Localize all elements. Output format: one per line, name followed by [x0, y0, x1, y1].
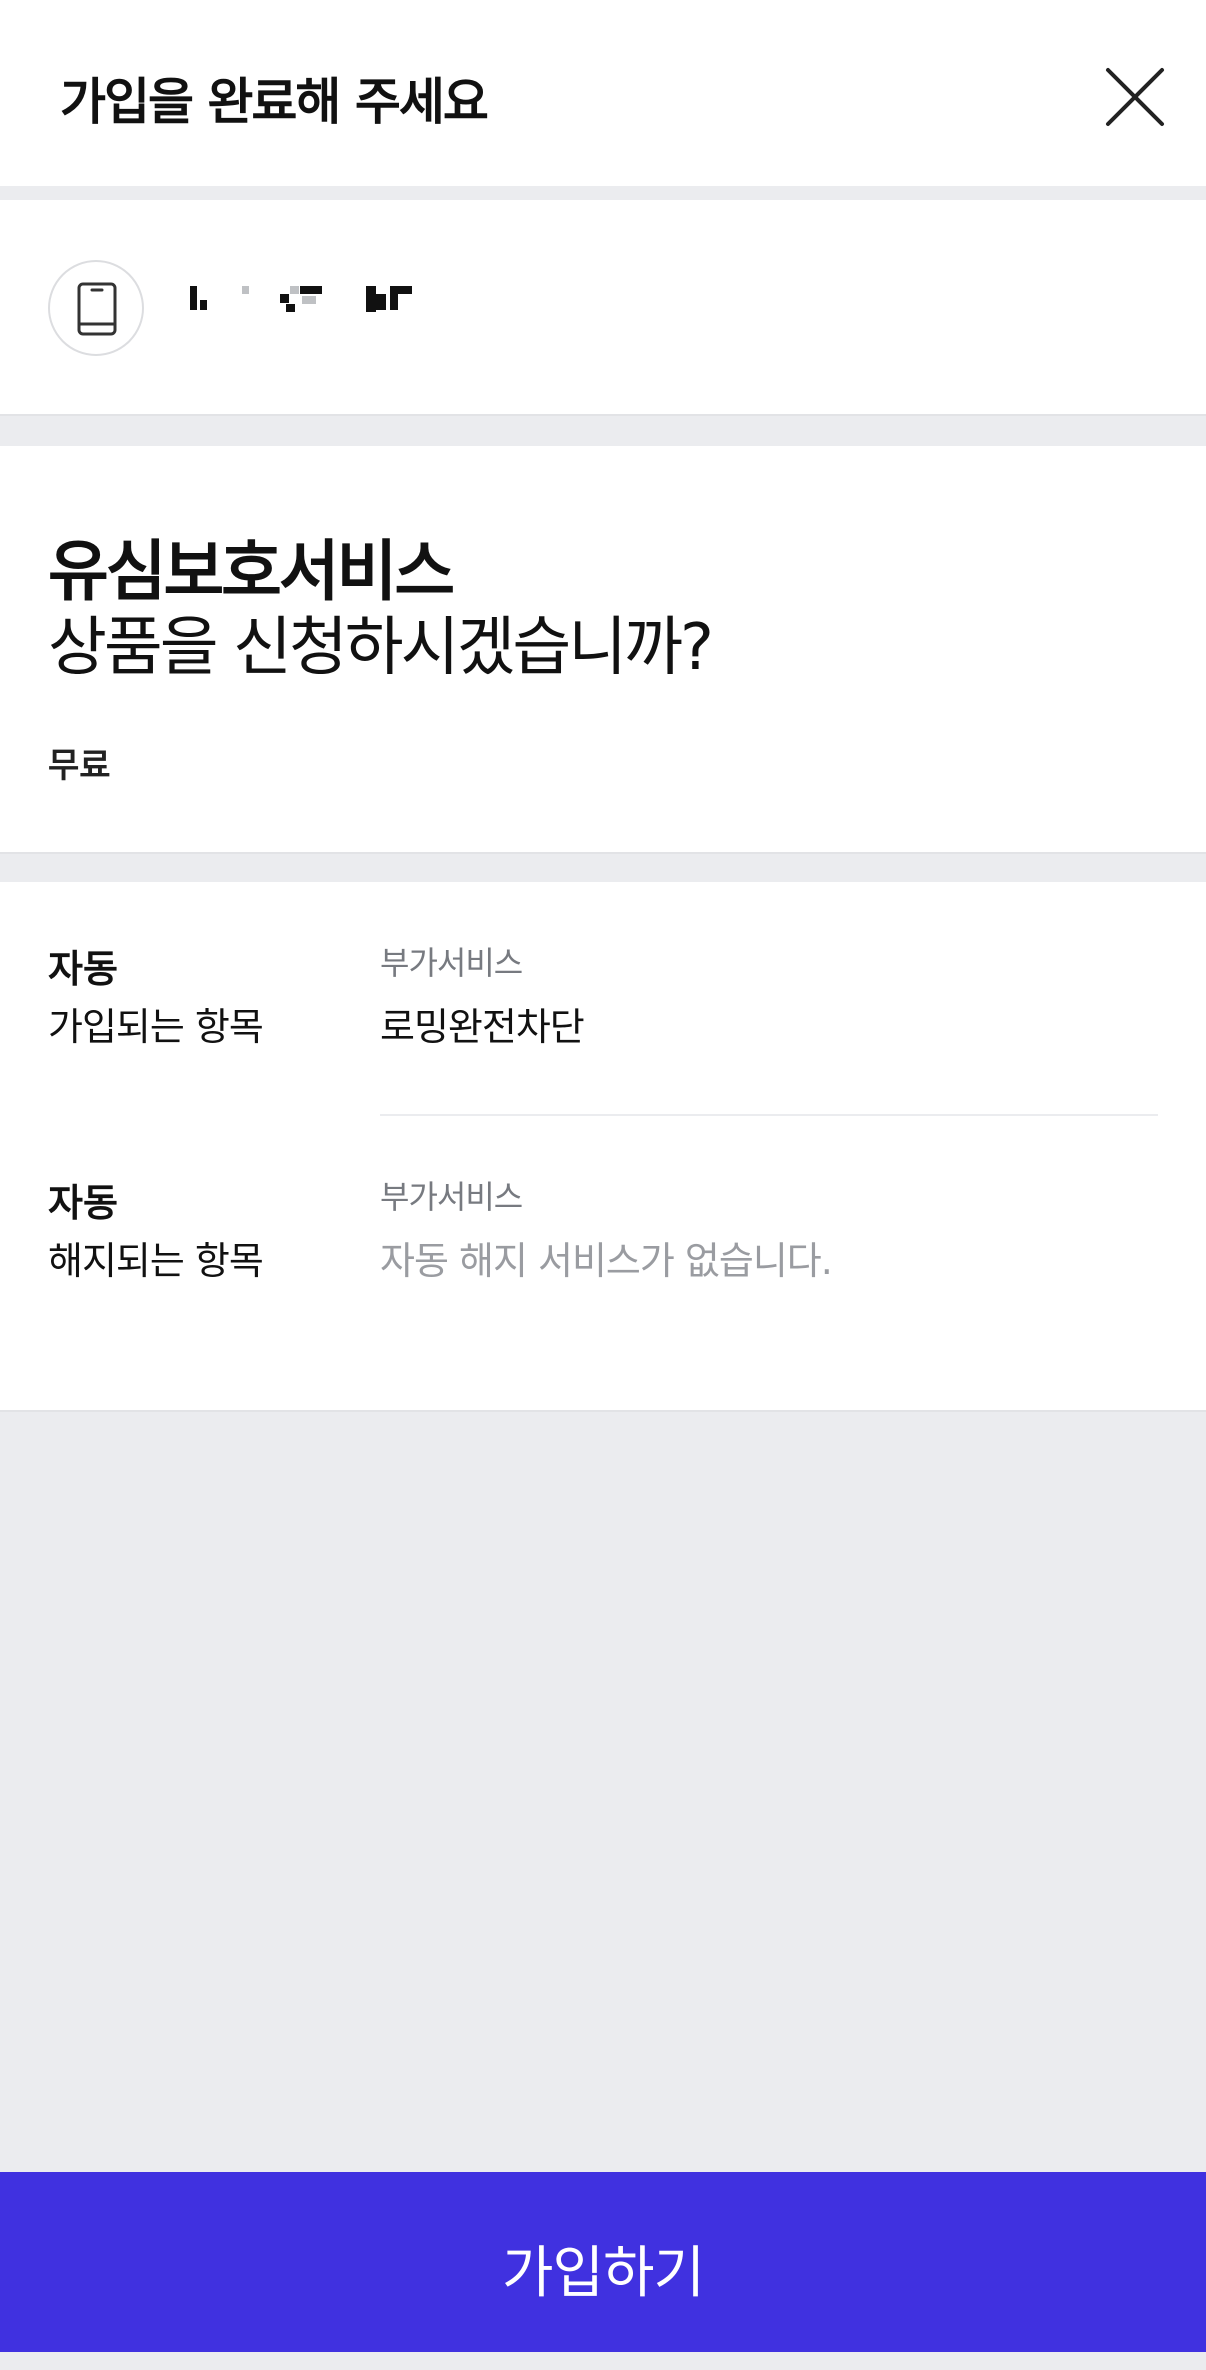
auto-cancel-label-strong: 자동 [48, 1181, 118, 1225]
product-question: 상품을 신청하시겠습니까? [48, 611, 714, 685]
auto-cancel-label: 해지되는 항목 [48, 1239, 264, 1283]
auto-join-category: 부가서비스 [380, 944, 523, 982]
auto-join-label: 가입되는 항목 [48, 1005, 264, 1049]
smartphone-icon [77, 282, 117, 336]
join-button-label: 가입하기 [501, 2241, 705, 2304]
close-icon [1106, 68, 1164, 126]
masked-phone-number [190, 280, 450, 314]
page-title: 가입을 완료해 주세요 [60, 73, 489, 131]
product-price: 무료 [48, 746, 111, 786]
phone-avatar [48, 260, 144, 356]
auto-join-row: 자동 가입되는 항목 부가서비스 로밍완전차단 [0, 938, 1206, 1098]
header: 가입을 완료해 주세요 [0, 0, 1206, 186]
join-button[interactable]: 가입하기 [0, 2172, 1206, 2352]
auto-items-section: 자동 가입되는 항목 부가서비스 로밍완전차단 자동 해지되는 항목 부가서비스… [0, 882, 1206, 1412]
auto-cancel-row: 자동 해지되는 항목 부가서비스 자동 해지 서비스가 없습니다. [0, 1172, 1206, 1332]
auto-cancel-value: 자동 해지 서비스가 없습니다. [380, 1239, 833, 1283]
auto-join-value: 로밍완전차단 [380, 1005, 585, 1049]
phone-line-section [0, 200, 1206, 416]
auto-join-label-strong: 자동 [48, 947, 118, 991]
product-section: 유심보호서비스 상품을 신청하시겠습니까? 무료 [0, 446, 1206, 854]
page: 가입을 완료해 주세요 유심보호서비스 상품을 신청하시겠습니까? 무료 자동 … [0, 0, 1206, 2370]
auto-cancel-category: 부가서비스 [380, 1178, 523, 1216]
close-button[interactable] [1100, 62, 1170, 132]
items-divider [380, 1114, 1158, 1116]
